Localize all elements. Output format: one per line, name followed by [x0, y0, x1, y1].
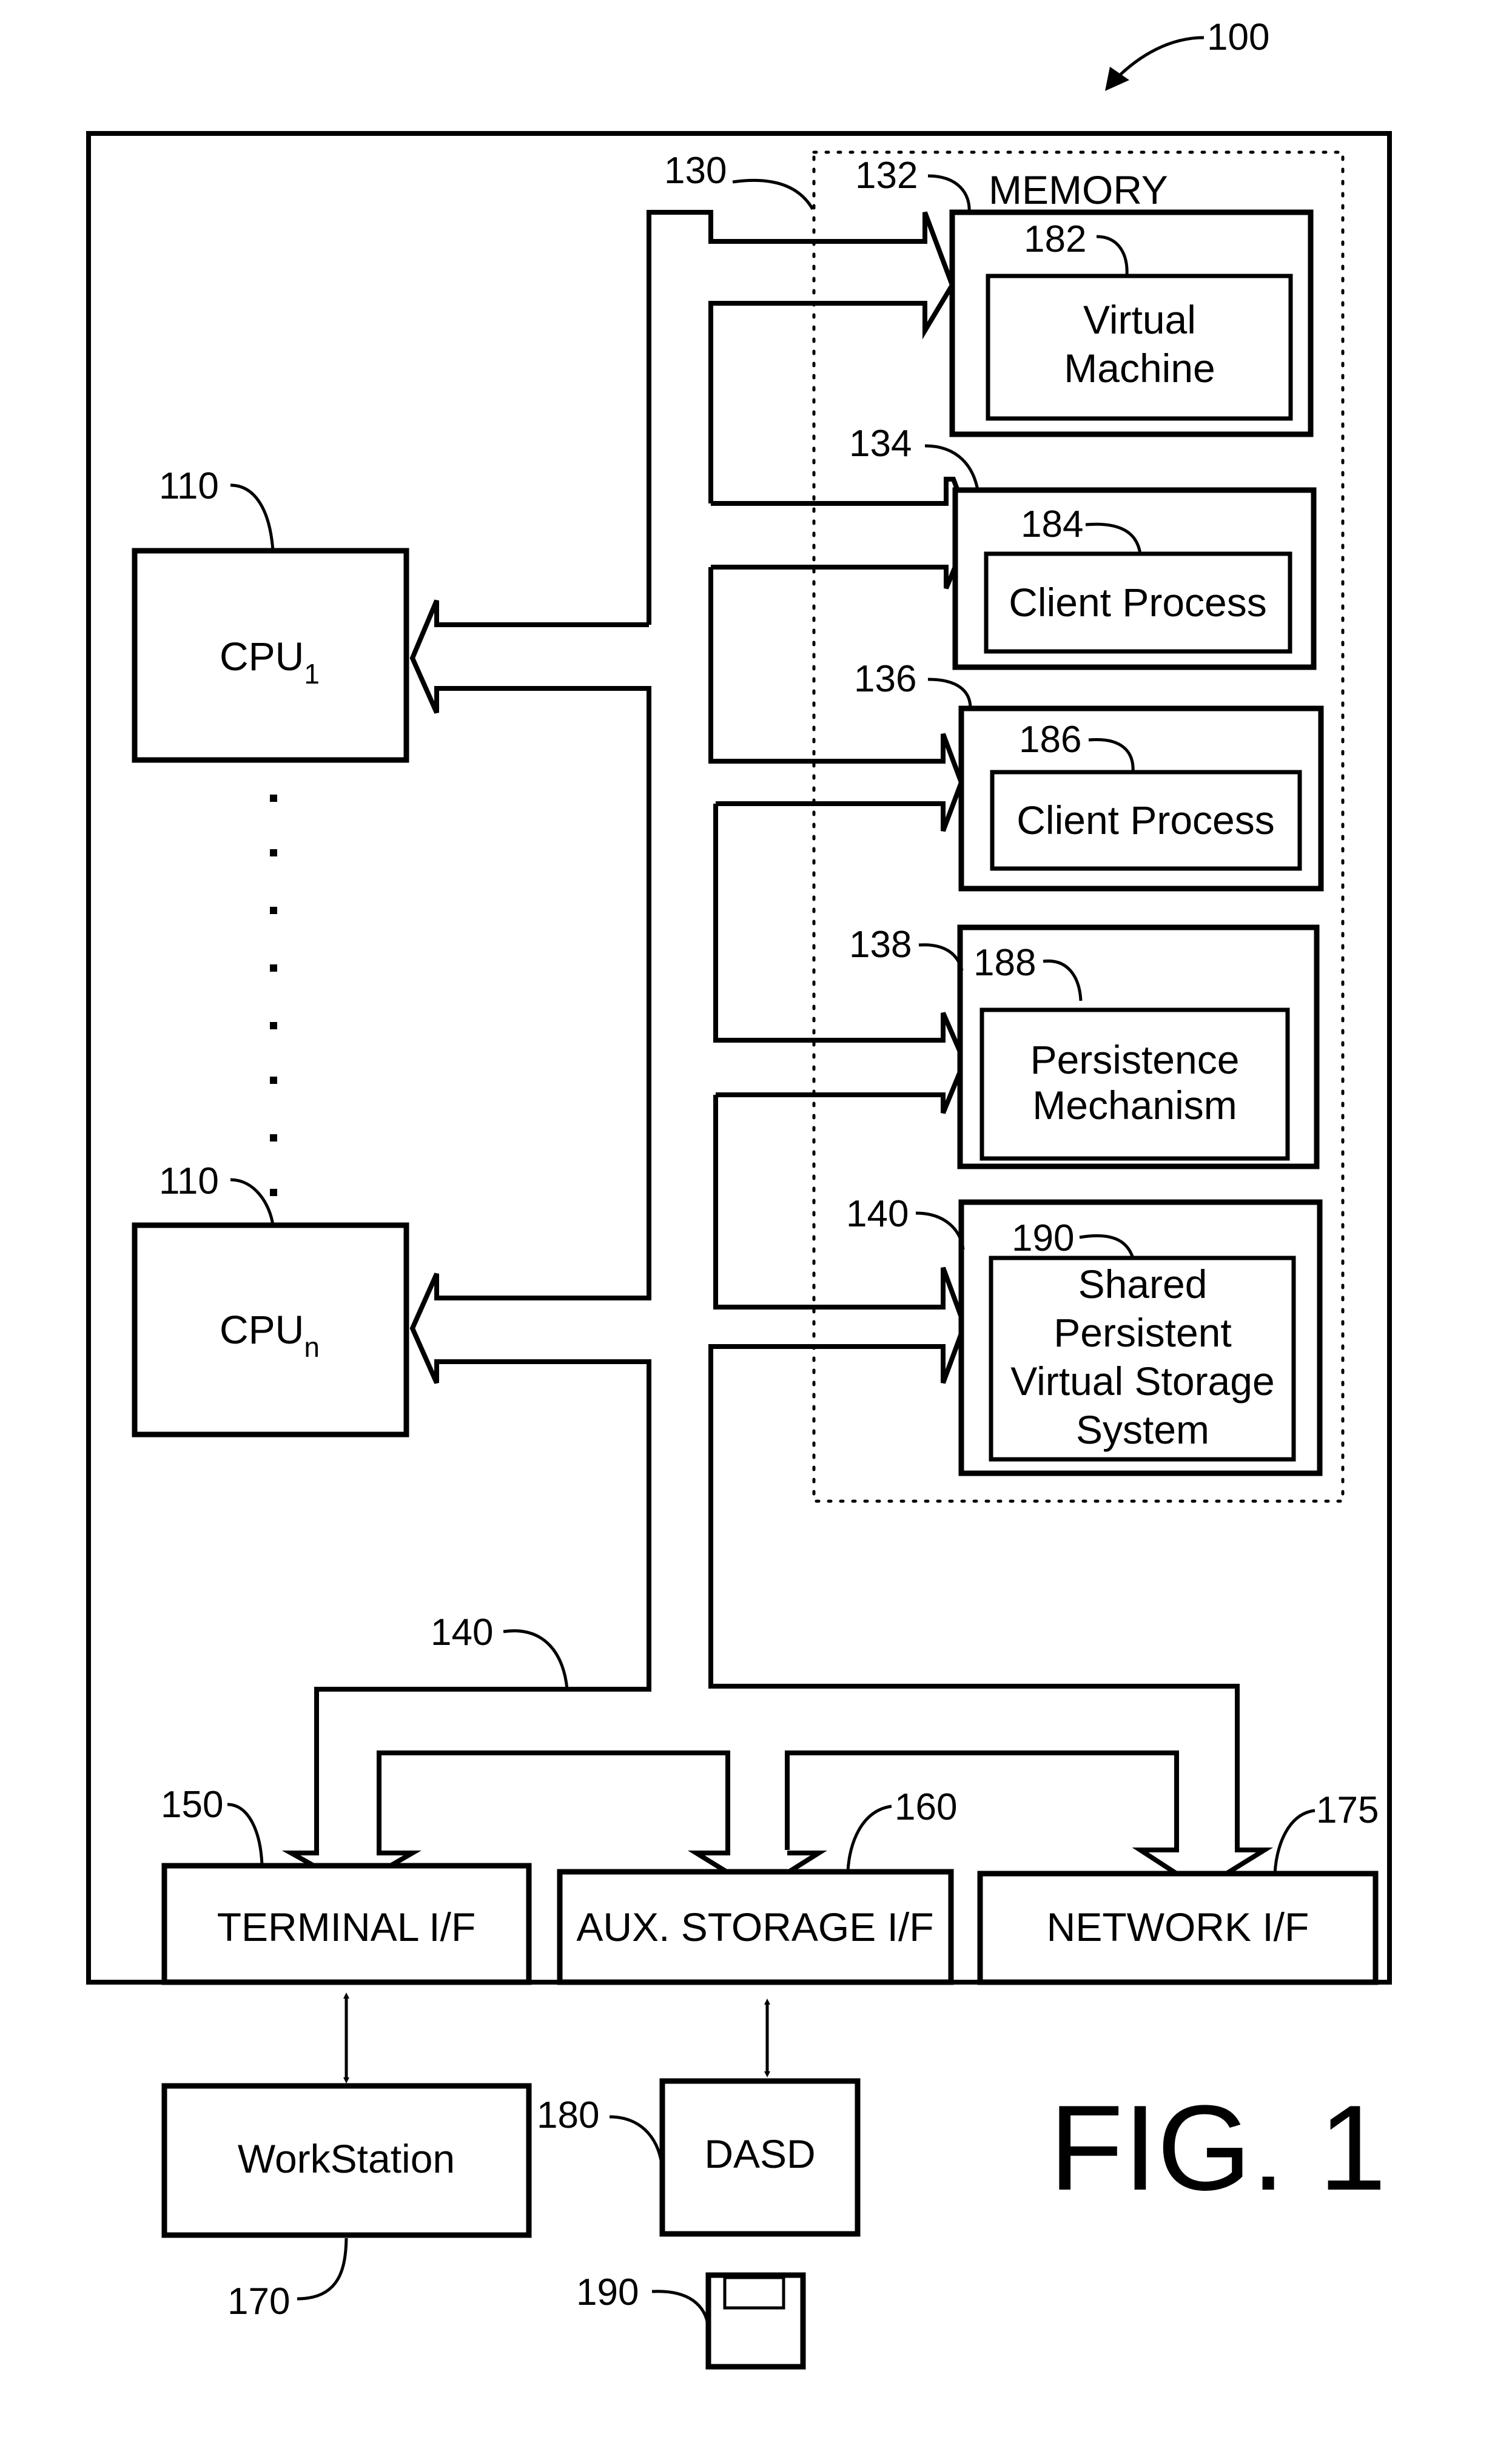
network-interface: NETWORK I/F 175	[977, 1789, 1379, 1985]
persistence-mechanism-line-2: Mechanism	[1032, 1083, 1237, 1128]
bus-ref-130-leader	[732, 178, 815, 210]
memory-label: MEMORY	[989, 167, 1168, 212]
client-process-2-ref: 186	[1019, 719, 1081, 761]
cpu-1-ref-leader	[230, 483, 275, 551]
bus-ref-140-leader	[503, 1629, 569, 1690]
disk-ref: 190	[576, 2271, 639, 2313]
bus-to-slot-136	[708, 567, 964, 832]
cpu-ellipsis	[270, 795, 277, 1196]
workstation: WorkStation 170	[161, 2083, 532, 2322]
disk-icon: 190	[576, 2271, 806, 2370]
memory-slot-140: 140 190 Shared Persistent Virtual Storag…	[846, 1193, 1323, 1476]
dasd: DASD 180	[537, 2078, 861, 2237]
terminal-if-ref: 150	[161, 1784, 223, 1826]
spvss-ref: 190	[1012, 1217, 1074, 1259]
client-process-1-label: Client Process	[1009, 580, 1267, 625]
slot-134-ref: 134	[849, 423, 912, 465]
terminal-if-leader	[227, 1803, 264, 1866]
dasd-ref: 180	[537, 2094, 599, 2136]
aux-storage-if-leader	[846, 1804, 892, 1872]
workstation-leader	[297, 2238, 348, 2301]
virtual-machine-line-1: Virtual	[1083, 297, 1196, 342]
slot-136-leader	[927, 678, 972, 709]
aux-storage-interface: AUX. STORAGE I/F 160	[557, 1786, 957, 1985]
spvss-line-3: Virtual Storage	[1010, 1359, 1274, 1404]
slot-132-leader	[927, 174, 971, 213]
memory-slot-136: 136 186 Client Process	[854, 658, 1324, 892]
dasd-leader	[609, 2115, 664, 2172]
network-if-leader	[1273, 1809, 1315, 1874]
workstation-label: WorkStation	[238, 2136, 455, 2181]
spvss-line-1: Shared	[1078, 1262, 1208, 1306]
disk-leader	[651, 2290, 710, 2330]
terminal-if-label: TERMINAL I/F	[217, 1905, 476, 1949]
slot-140-leader	[915, 1211, 965, 1250]
persistence-mechanism-line-1: Persistence	[1030, 1037, 1240, 1082]
memory-slot-134: 134 184 Client Process	[849, 423, 1317, 670]
figure-title: FIG. 1	[1049, 2080, 1386, 2216]
bus-to-slot-134	[711, 477, 975, 590]
slot-140-ref: 140	[846, 1193, 909, 1235]
cpu-1-ref: 110	[159, 465, 219, 507]
slot-138-leader	[918, 943, 964, 971]
bus-ref-130: 130	[664, 150, 727, 192]
persistence-mechanism-ref: 188	[973, 942, 1036, 984]
spvss-line-4: System	[1076, 1407, 1209, 1452]
slot-132-ref: 132	[855, 155, 918, 197]
network-if-ref: 175	[1316, 1789, 1379, 1831]
cpu-n: CPUn 110	[132, 1160, 409, 1438]
slot-134-leader	[924, 444, 979, 491]
terminal-interface: TERMINAL I/F 150	[161, 1784, 532, 1985]
client-process-2-label: Client Process	[1016, 798, 1275, 842]
network-if-label: NETWORK I/F	[1047, 1905, 1309, 1949]
vm-ref: 182	[1024, 218, 1086, 260]
dasd-label: DASD	[704, 2131, 815, 2176]
aux-storage-if-ref: 160	[895, 1786, 957, 1828]
fig1-diagram: 100 MEMORY 130 CPU1 110 CPUn 110 140 132…	[86, 16, 1392, 2370]
workstation-ref: 170	[227, 2281, 290, 2322]
slot-136-ref: 136	[854, 658, 916, 700]
system-ref-label: 100	[1207, 16, 1269, 58]
spvss-line-2: Persistent	[1053, 1310, 1231, 1355]
slot-138-ref: 138	[849, 924, 912, 966]
cpu-n-ref: 110	[159, 1160, 219, 1202]
system-ref-leader	[1115, 36, 1205, 80]
client-process-1-ref: 184	[1021, 503, 1083, 545]
virtual-machine-line-2: Machine	[1064, 346, 1215, 391]
bus-to-slot-138	[713, 804, 967, 1114]
cpu-1: CPU1 110	[132, 465, 409, 763]
bus-ref-140: 140	[431, 1612, 493, 1653]
cpu-n-ref-leader	[230, 1178, 275, 1226]
memory-slot-138: 138 188 Persistence Mechanism	[849, 924, 1320, 1169]
bus-130-segment	[647, 210, 955, 625]
aux-storage-if-label: AUX. STORAGE I/F	[576, 1905, 933, 1949]
